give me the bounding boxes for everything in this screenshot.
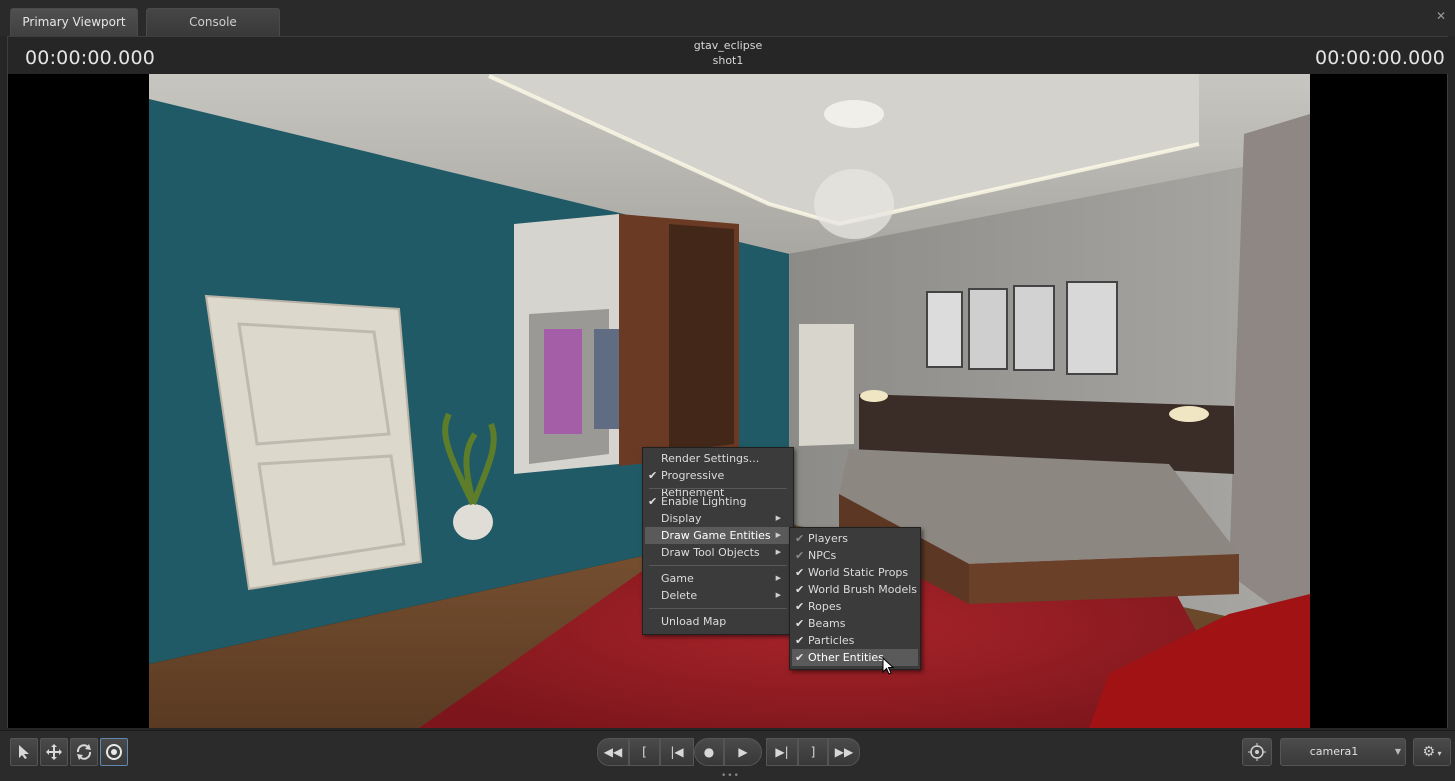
menu-separator [649, 565, 787, 566]
move-icon[interactable] [40, 738, 68, 766]
checkmark-icon: ✔ [795, 634, 805, 647]
submenu-item-players[interactable]: ✔ Players [792, 530, 918, 547]
menu-item-render-settings[interactable]: Render Settings... [645, 450, 791, 467]
play-icon[interactable]: ▶ [724, 738, 762, 766]
tab-primary-viewport[interactable]: Primary Viewport [10, 8, 138, 36]
gear-icon[interactable]: ⚙ ▾ [1413, 738, 1451, 766]
rotate-icon[interactable] [70, 738, 98, 766]
submenu-item-world-static-props[interactable]: ✔ World Static Props [792, 564, 918, 581]
record-icon[interactable]: ● [694, 738, 724, 766]
rewind-icon[interactable]: ◀◀ [597, 738, 629, 766]
menu-item-unload-map[interactable]: Unload Map [645, 613, 791, 630]
context-menu: Render Settings... ✔ Progressive Refineme… [642, 447, 794, 635]
menu-label: Draw Tool Objects [661, 546, 760, 559]
checkmark-icon: ✔ [795, 566, 805, 579]
submenu-arrow-icon: ▶ [775, 514, 781, 522]
menu-item-draw-game-entities[interactable]: Draw Game Entities ▶ [645, 527, 791, 544]
menu-item-enable-lighting[interactable]: ✔ Enable Lighting [645, 493, 791, 510]
submenu-arrow-icon: ▶ [775, 591, 781, 599]
submenu-item-other-entities[interactable]: ✔ Other Entities [792, 649, 918, 666]
checkmark-icon: ✔ [795, 617, 805, 630]
crosshair-icon[interactable] [1242, 738, 1272, 766]
checkmark-icon: ✔ [795, 549, 805, 562]
menu-label: World Brush Models [808, 583, 918, 596]
submenu-item-npcs[interactable]: ✔ NPCs [792, 547, 918, 564]
menu-label: Render Settings... [661, 452, 760, 465]
submenu-item-particles[interactable]: ✔ Particles [792, 632, 918, 649]
close-icon[interactable]: ✕ [1436, 9, 1446, 23]
mark-in-icon[interactable]: [ [629, 738, 660, 766]
menu-label: Draw Game Entities [661, 529, 771, 542]
submenu-item-ropes[interactable]: ✔ Ropes [792, 598, 918, 615]
menu-label: Players [808, 532, 848, 545]
submenu-item-world-brush-models[interactable]: ✔ World Brush Models [792, 581, 918, 598]
select-arrow-icon[interactable] [10, 738, 38, 766]
draw-game-entities-submenu: ✔ Players ✔ NPCs ✔ World Static Props ✔ Worl… [789, 527, 921, 670]
menu-item-progressive-refinement[interactable]: ✔ Progressive Refinement [645, 467, 791, 499]
menu-item-game[interactable]: Game ▶ [645, 570, 791, 587]
checkmark-icon: ✔ [795, 583, 805, 596]
menu-item-draw-tool-objects[interactable]: Draw Tool Objects ▶ [645, 544, 791, 561]
submenu-arrow-icon: ▶ [775, 548, 781, 556]
timecode-left: 00:00:00.000 [25, 47, 156, 69]
menu-label: Delete [661, 589, 698, 602]
menu-label: Enable Lighting [661, 495, 747, 508]
submenu-arrow-icon: ▶ [775, 574, 781, 582]
checkmark-icon: ✔ [795, 600, 805, 613]
project-name: gtav_eclipse [693, 39, 763, 52]
submenu-item-beams[interactable]: ✔ Beams [792, 615, 918, 632]
fast-forward-icon[interactable]: ▶▶ [828, 738, 860, 766]
camera-select[interactable]: camera1 ▼ [1280, 738, 1406, 766]
menu-label: Display [661, 512, 702, 525]
mouse-cursor-icon [882, 657, 894, 675]
step-forward-icon[interactable]: ▶| [766, 738, 798, 766]
menu-label: Beams [808, 617, 846, 630]
tab-console[interactable]: Console [146, 8, 280, 36]
shot-name: shot1 [712, 54, 744, 67]
menu-item-delete[interactable]: Delete ▶ [645, 587, 791, 604]
menu-item-display[interactable]: Display ▶ [645, 510, 791, 527]
mark-out-icon[interactable]: ] [798, 738, 828, 766]
menu-label: Ropes [808, 600, 842, 613]
checkmark-icon: ✔ [795, 651, 805, 664]
menu-label: Particles [808, 634, 855, 647]
menu-label: Game [661, 572, 694, 585]
camera-select-value: camera1 [1309, 745, 1359, 758]
menu-label: Other Entities [808, 651, 884, 664]
checkmark-icon: ✔ [648, 495, 658, 508]
checkmark-icon: ✔ [648, 469, 658, 482]
chevron-down-icon: ▼ [1394, 747, 1401, 756]
menu-label: NPCs [808, 549, 837, 562]
timecode-right: 00:00:00.000 [1315, 47, 1446, 69]
menu-label: World Static Props [808, 566, 909, 579]
menu-separator [649, 488, 787, 489]
checkmark-icon: ✔ [795, 532, 805, 545]
step-back-icon[interactable]: |◀ [660, 738, 694, 766]
target-icon[interactable] [100, 738, 128, 766]
menu-label: Unload Map [661, 615, 727, 628]
submenu-arrow-icon: ▶ [775, 531, 781, 539]
menu-separator [649, 608, 787, 609]
